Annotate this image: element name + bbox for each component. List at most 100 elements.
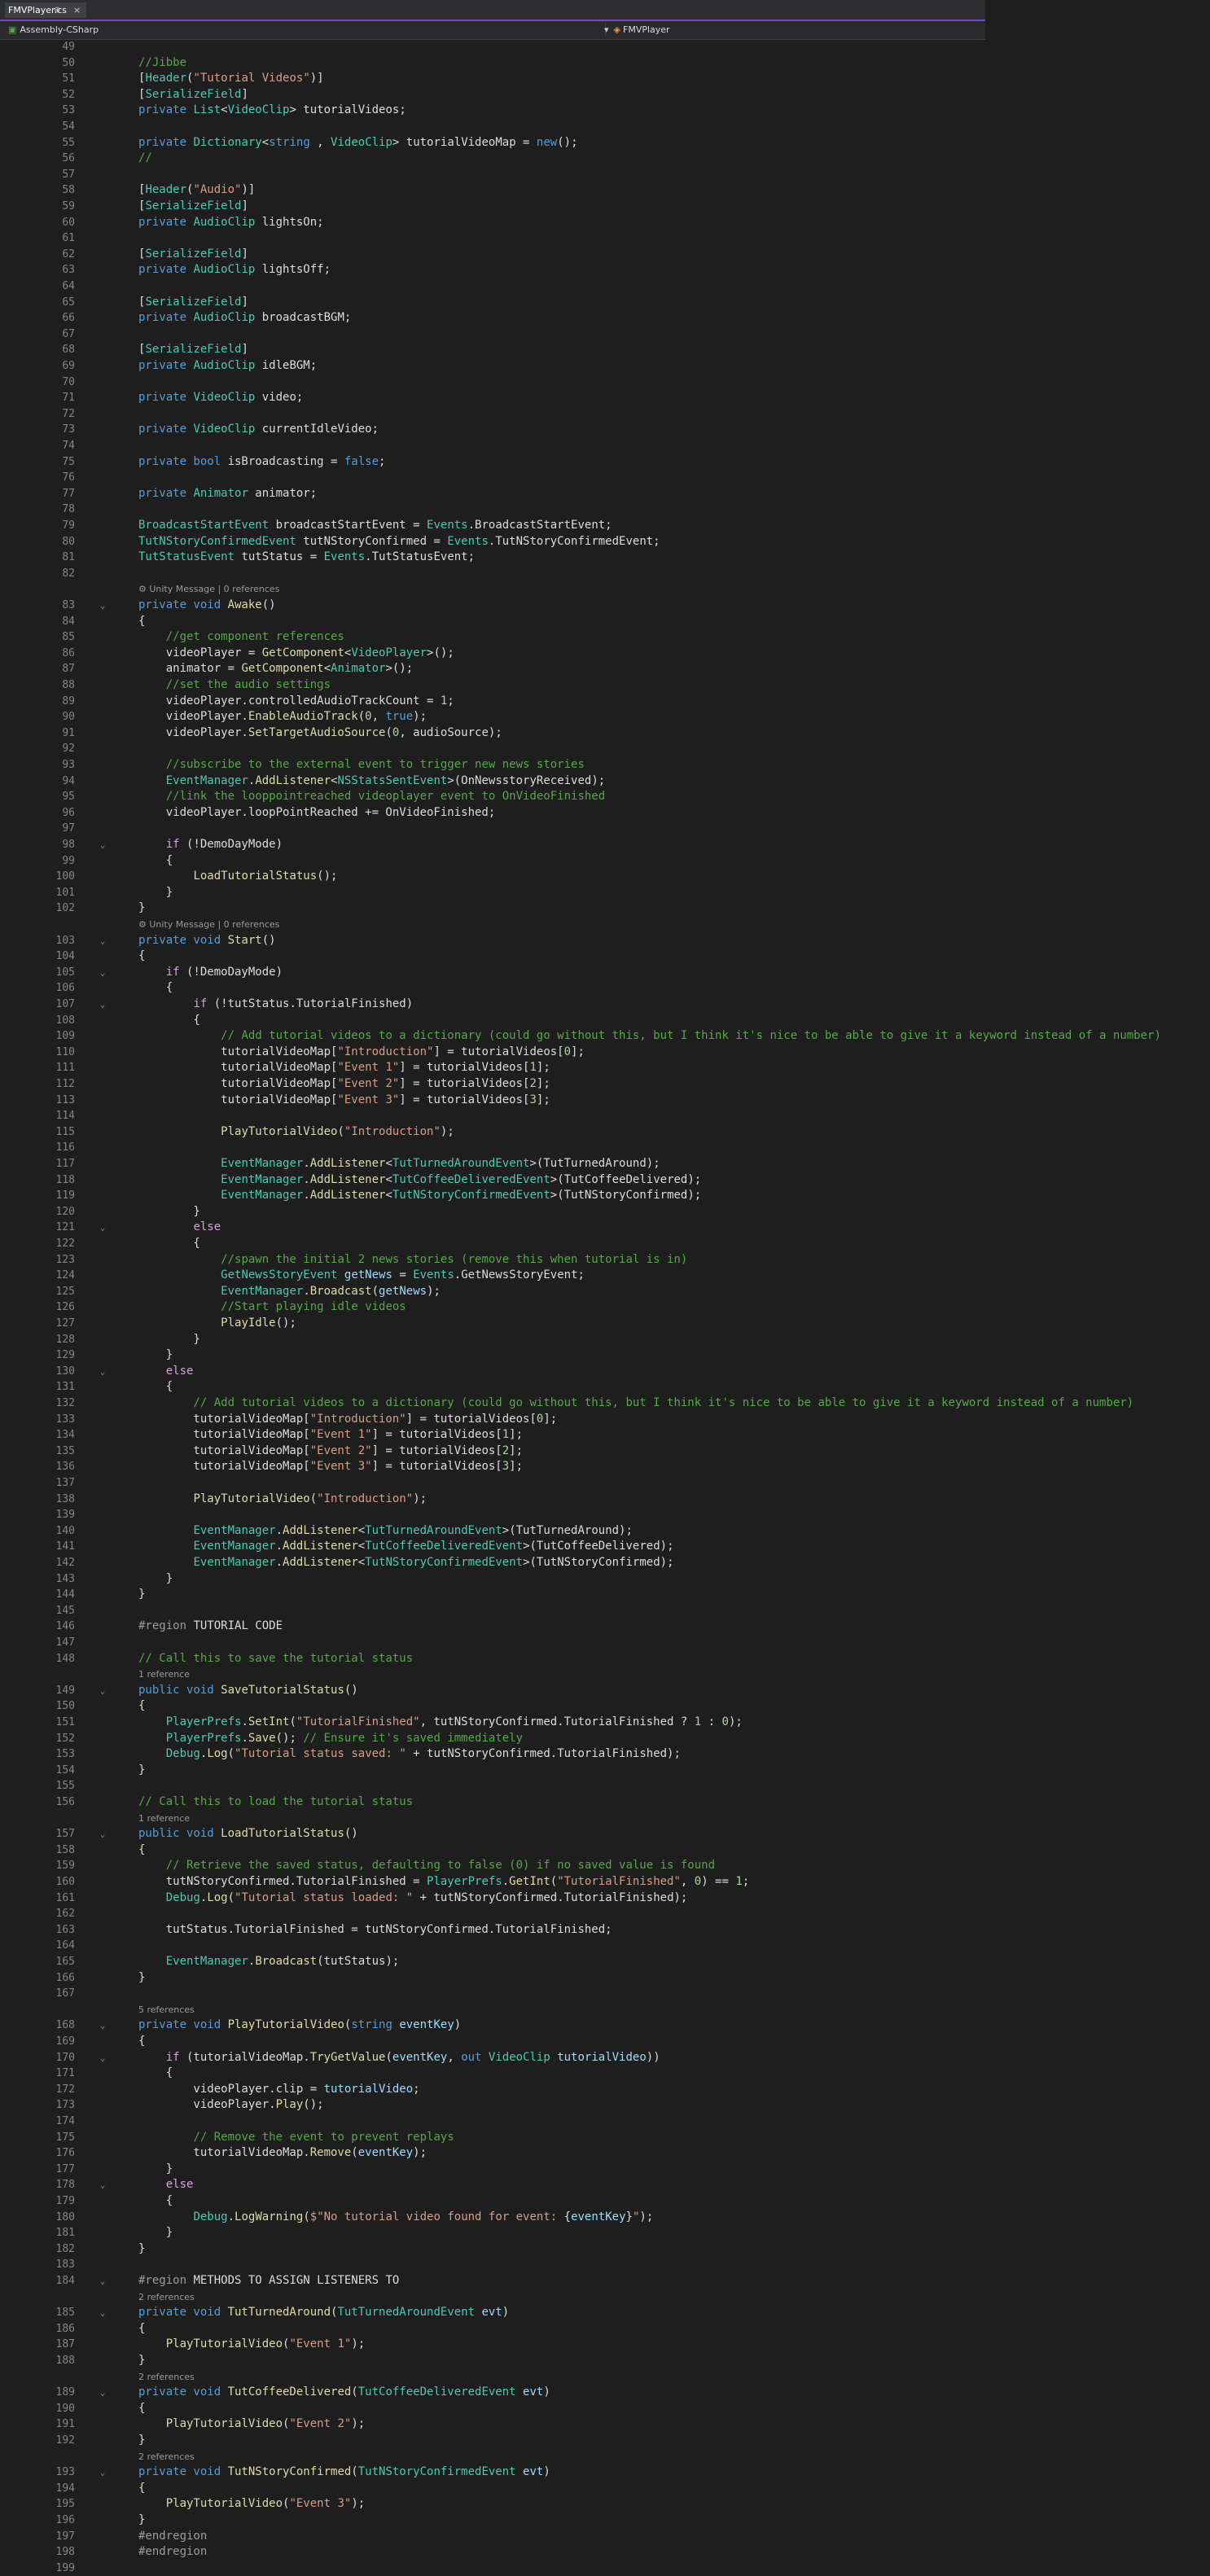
code-line[interactable]: 61 [0, 230, 1210, 246]
close-icon[interactable]: × [73, 2, 81, 18]
code-line[interactable]: 158 { [0, 1842, 1210, 1858]
code-line[interactable]: 167 [0, 1986, 1210, 2001]
code-line[interactable]: 151 PlayerPrefs.SetInt("TutorialFinished… [0, 1715, 1210, 1730]
fold-toggle-icon[interactable]: ⌄ [98, 965, 107, 980]
code-line[interactable]: 56 // [0, 151, 1210, 166]
code-line[interactable]: 107 ⌄ if (!tutStatus.TutorialFinished) [0, 997, 1210, 1012]
code-line[interactable]: 65 [SerializeField] [0, 295, 1210, 310]
code-line[interactable]: 135 tutorialVideoMap["Event 2"] = tutori… [0, 1444, 1210, 1459]
code-line[interactable]: 108 { [0, 1013, 1210, 1028]
code-line[interactable]: 172 videoPlayer.clip = tutorialVideo; [0, 2082, 1210, 2097]
code-line[interactable]: 166} [0, 1970, 1210, 1986]
code-line[interactable]: 161 Debug.Log("Tutorial status loaded: "… [0, 1890, 1210, 1906]
code-line[interactable]: 143 } [0, 1571, 1210, 1587]
code-line[interactable]: 89 videoPlayer.controlledAudioTrackCount… [0, 694, 1210, 709]
codelens-references[interactable]: ⚙ Unity Message | 0 references [138, 917, 279, 932]
fold-toggle-icon[interactable]: ⌄ [98, 933, 107, 948]
codelens-references[interactable]: 2 references [138, 2449, 195, 2464]
code-line[interactable]: 82 [0, 566, 1210, 581]
codelens-row[interactable]: 2 references [0, 2289, 1210, 2305]
code-line[interactable]: 146 #region TUTORIAL CODE [0, 1619, 1210, 1634]
code-line[interactable]: 93 //subscribe to the external event to … [0, 757, 1210, 773]
codelens-references[interactable]: ⚙ Unity Message | 0 references [138, 581, 279, 597]
code-line[interactable]: 55 private Dictionary<string , VideoClip>… [0, 135, 1210, 151]
code-line[interactable]: 168 ⌄ private void PlayTutorialVideo(strin… [0, 2017, 1210, 2033]
code-line[interactable]: 74 [0, 438, 1210, 453]
code-line[interactable]: 186 { [0, 2321, 1210, 2337]
code-line[interactable]: 95 //link the looppointreached videoplay… [0, 789, 1210, 804]
code-line[interactable]: 196} [0, 2512, 1210, 2528]
code-line[interactable]: 113 tutorialVideoMap["Event 3"] = tutori… [0, 1093, 1210, 1108]
code-line[interactable]: 142 EventManager.AddListener<TutNStoryCo… [0, 1555, 1210, 1571]
code-line[interactable]: 49 [0, 39, 1210, 55]
codelens-row[interactable]: 2 references [0, 2449, 1210, 2464]
code-line[interactable]: 189 ⌄ private void TutCoffeeDelivered(TutC… [0, 2385, 1210, 2400]
code-line[interactable]: 67 [0, 326, 1210, 342]
code-line[interactable]: 136 tutorialVideoMap["Event 3"] = tutori… [0, 1459, 1210, 1474]
code-line[interactable]: 149 ⌄ public void SaveTutorialStatus() [0, 1683, 1210, 1698]
code-line[interactable]: 66 private AudioClip broadcastBGM; [0, 310, 1210, 326]
code-line[interactable]: 64 [0, 278, 1210, 294]
code-line[interactable]: 129 } [0, 1347, 1210, 1363]
code-line[interactable]: 80 TutNStoryConfirmedEvent tutNStoryConfi… [0, 534, 1210, 550]
code-line[interactable]: 182} [0, 2241, 1210, 2257]
code-line[interactable]: 88 //set the audio settings [0, 677, 1210, 693]
code-line[interactable]: 96 videoPlayer.loopPointReached += OnVid… [0, 805, 1210, 821]
code-line[interactable]: 110 tutorialVideoMap["Introduction"] = t… [0, 1045, 1210, 1060]
code-line[interactable]: 126 //Start playing idle videos [0, 1299, 1210, 1315]
fold-toggle-icon[interactable]: ⌄ [98, 1220, 107, 1235]
code-line[interactable]: 58 [Header("Audio")] [0, 182, 1210, 198]
code-line[interactable]: 155 [0, 1778, 1210, 1794]
code-line[interactable]: 130 ⌄ else [0, 1364, 1210, 1379]
code-line[interactable]: 165 EventManager.Broadcast(tutStatus); [0, 1954, 1210, 1969]
code-line[interactable]: 195 PlayTutorialVideo("Event 3"); [0, 2496, 1210, 2512]
fold-toggle-icon[interactable]: ⌄ [98, 2464, 107, 2480]
code-line[interactable]: 174 [0, 2114, 1210, 2129]
codelens-references[interactable]: 1 reference [138, 1667, 190, 1682]
code-line[interactable]: 150 { [0, 1698, 1210, 1714]
code-line[interactable]: 114 [0, 1108, 1210, 1124]
code-line[interactable]: 92 [0, 741, 1210, 756]
code-line[interactable]: 177 } [0, 2162, 1210, 2177]
code-line[interactable]: 199 [0, 2561, 1210, 2576]
code-line[interactable]: 85 //get component references [0, 629, 1210, 645]
code-line[interactable]: 68 [SerializeField] [0, 342, 1210, 357]
code-line[interactable]: 91 videoPlayer.SetTargetAudioSource(0, a… [0, 725, 1210, 741]
code-line[interactable]: 109 // Add tutorial videos to a dictiona… [0, 1028, 1210, 1044]
code-line[interactable]: 81 TutStatusEvent tutStatus = Events.TutS… [0, 550, 1210, 565]
code-line[interactable]: 134 tutorialVideoMap["Event 1"] = tutori… [0, 1427, 1210, 1443]
code-line[interactable]: 119 EventManager.AddListener<TutNStoryCo… [0, 1188, 1210, 1203]
code-line[interactable]: 154} [0, 1763, 1210, 1778]
code-line[interactable]: 128 } [0, 1332, 1210, 1347]
code-line[interactable]: 180 Debug.LogWarning($"No tutorial video… [0, 2210, 1210, 2225]
code-line[interactable]: 194 { [0, 2481, 1210, 2496]
code-line[interactable]: 75 private bool isBroadcasting = false; [0, 454, 1210, 470]
fold-toggle-icon[interactable]: ⌄ [98, 1364, 107, 1379]
code-line[interactable]: 106 { [0, 980, 1210, 996]
code-line[interactable]: 53 private List<VideoClip> tutorialVideos… [0, 103, 1210, 118]
code-line[interactable]: 112 tutorialVideoMap["Event 2"] = tutori… [0, 1076, 1210, 1092]
code-line[interactable]: 145 [0, 1603, 1210, 1619]
code-line[interactable]: 62 [SerializeField] [0, 247, 1210, 262]
fold-toggle-icon[interactable]: ⌄ [98, 997, 107, 1012]
codelens-row[interactable]: 2 references [0, 2369, 1210, 2385]
fold-toggle-icon[interactable]: ⌄ [98, 1683, 107, 1698]
code-line[interactable]: 185 ⌄ private void TutTurnedAround(TutTurn… [0, 2305, 1210, 2320]
code-line[interactable]: 179 { [0, 2193, 1210, 2209]
code-line[interactable]: 103 ⌄ private void Start() [0, 933, 1210, 948]
code-line[interactable]: 84 { [0, 614, 1210, 629]
code-line[interactable]: 192} [0, 2433, 1210, 2448]
code-line[interactable]: 98 ⌄ if (!DemoDayMode) [0, 837, 1210, 852]
code-line[interactable]: 124 GetNewsStoryEvent getNews = Events.G… [0, 1268, 1210, 1283]
code-line[interactable]: 178 ⌄ else [0, 2177, 1210, 2193]
code-line[interactable]: 175 // Remove the event to prevent repla… [0, 2130, 1210, 2145]
code-line[interactable]: 70 [0, 375, 1210, 390]
code-line[interactable]: 57 [0, 167, 1210, 182]
code-line[interactable]: 159 // Retrieve the saved status, defaul… [0, 1858, 1210, 1873]
fold-toggle-icon[interactable]: ⌄ [98, 2385, 107, 2400]
code-line[interactable]: 163 tutStatus.TutorialFinished = tutNSto… [0, 1922, 1210, 1938]
fold-toggle-icon[interactable]: ⌄ [98, 2050, 107, 2066]
code-line[interactable]: 117 EventManager.AddListener<TutTurnedAr… [0, 1156, 1210, 1172]
fold-toggle-icon[interactable]: ⌄ [98, 2177, 107, 2193]
code-line[interactable]: 102} [0, 900, 1210, 916]
